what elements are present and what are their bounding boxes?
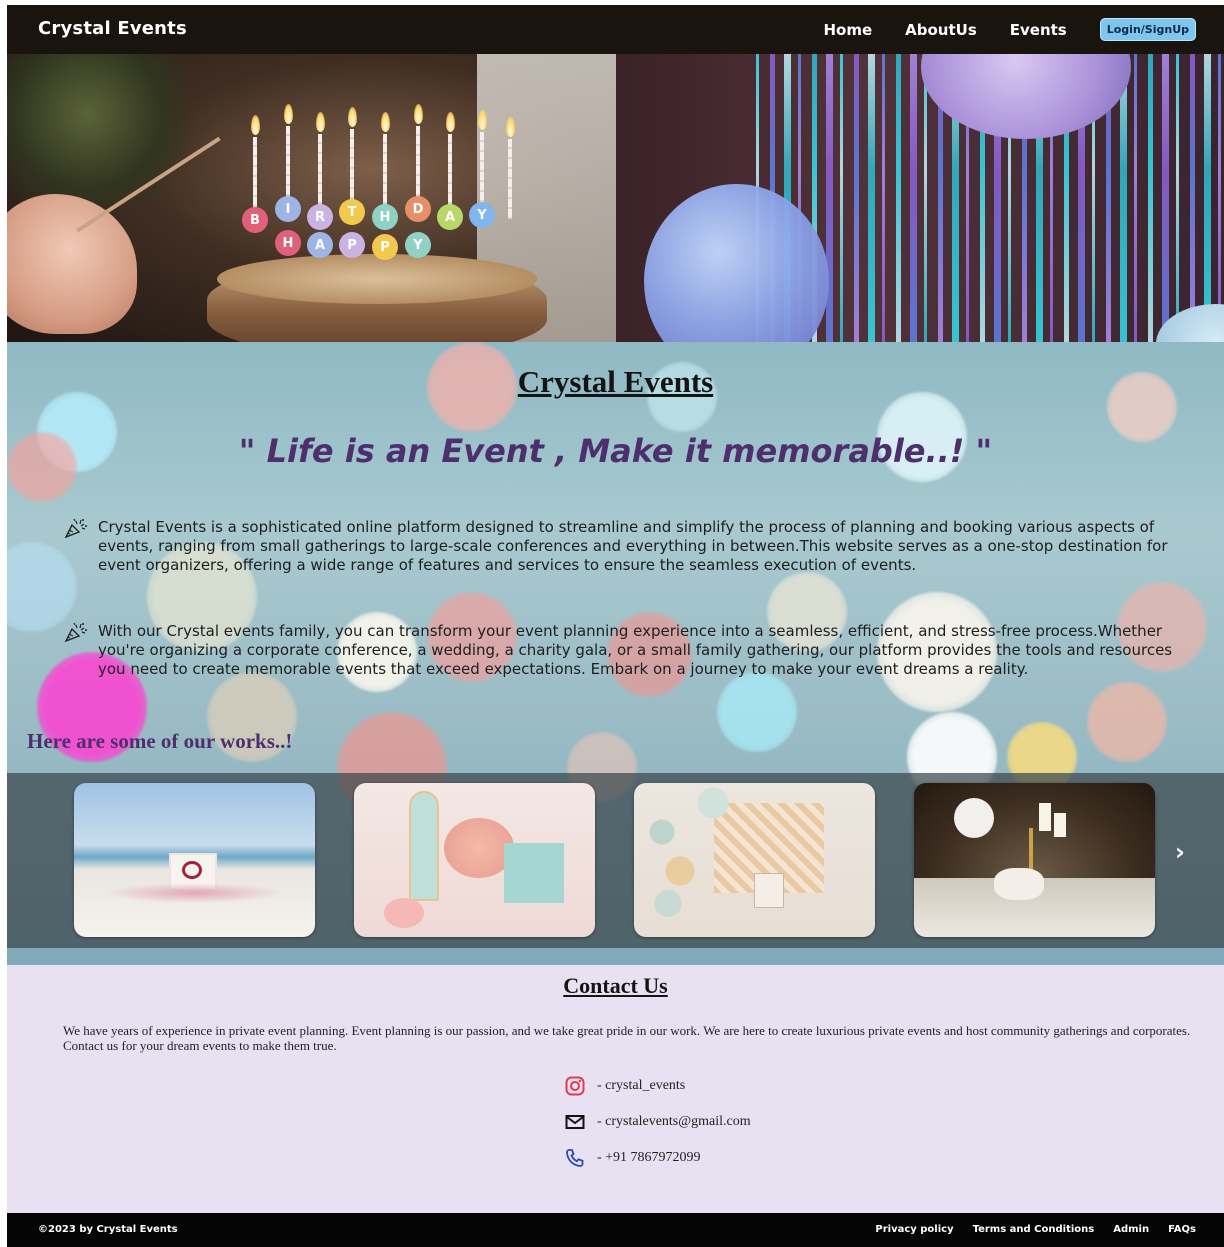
cake-letter: D — [405, 196, 431, 222]
cake-letter: B — [242, 207, 268, 233]
work-card-balloon-backdrop[interactable] — [634, 783, 875, 937]
cake-letter: P — [339, 232, 365, 258]
carousel-next-chevron-right-icon[interactable]: › — [1175, 838, 1185, 866]
cake-letter: I — [275, 196, 301, 222]
about-paragraph-2: With our Crystal events family, you can … — [98, 622, 1173, 678]
cake-letter: Y — [469, 202, 495, 228]
works-carousel: › — [7, 773, 1224, 948]
email-address[interactable]: - crystalevents@gmail.com — [597, 1114, 751, 1130]
instagram-icon — [564, 1075, 586, 1097]
cake-letter: P — [372, 234, 398, 260]
cake-letter: T — [339, 199, 365, 225]
login-signup-button[interactable]: Login/SignUp — [1099, 18, 1196, 41]
cake-letter: H — [275, 230, 301, 256]
cake-letter: Y — [405, 232, 431, 258]
copyright: ©2023 by Crystal Events — [38, 1224, 178, 1235]
contact-phone[interactable]: - +91 7867972099 — [564, 1147, 701, 1169]
contact-description: We have years of experience in private e… — [63, 1023, 1191, 1053]
nav-about-us[interactable]: AboutUs — [905, 21, 977, 39]
contact-instagram[interactable]: - crystal_events — [564, 1075, 685, 1097]
nav-events[interactable]: Events — [1010, 21, 1067, 39]
nav-home[interactable]: Home — [823, 21, 872, 39]
hero-banner: BIRTHDAYHAPPY — [7, 54, 1224, 342]
party-popper-icon — [64, 518, 88, 539]
instagram-handle[interactable]: - crystal_events — [597, 1078, 685, 1094]
work-card-baby-shower[interactable] — [354, 783, 595, 937]
hero-image-balloons — [616, 54, 1224, 342]
footer-faqs[interactable]: FAQs — [1168, 1224, 1196, 1235]
party-popper-icon — [64, 622, 88, 643]
navbar: Crystal Events Home AboutUs Events Login… — [7, 5, 1224, 54]
phone-number[interactable]: - +91 7867972099 — [597, 1150, 701, 1166]
contact-email[interactable]: - crystalevents@gmail.com — [564, 1111, 751, 1133]
phone-icon — [564, 1147, 586, 1169]
footer: ©2023 by Crystal Events Privacy policy T… — [7, 1213, 1224, 1247]
work-card-banquet-table[interactable] — [914, 783, 1155, 937]
footer-links: Privacy policy Terms and Conditions Admi… — [856, 1224, 1196, 1235]
cake-letter: R — [307, 204, 333, 230]
footer-admin[interactable]: Admin — [1113, 1224, 1149, 1235]
brand-logo[interactable]: Crystal Events — [38, 18, 187, 39]
contact-section: Contact Us We have years of experience i… — [7, 965, 1224, 1213]
tagline: " Life is an Event , Make it memorable..… — [238, 432, 993, 470]
nav-links: Home AboutUs Events Login/SignUp — [823, 5, 1196, 54]
about-paragraph-1: Crystal Events is a sophisticated online… — [98, 518, 1168, 574]
works-heading: Here are some of our works..! — [27, 729, 293, 753]
page: Crystal Events Home AboutUs Events Login… — [7, 5, 1224, 1247]
work-card-beach-wedding[interactable] — [74, 783, 315, 937]
mail-icon — [564, 1111, 586, 1133]
footer-terms-and-conditions[interactable]: Terms and Conditions — [973, 1224, 1095, 1235]
cake-letter: A — [437, 204, 463, 230]
cake-letter: H — [372, 204, 398, 230]
contact-title: Contact Us — [563, 973, 668, 998]
about-section: Crystal Events " Life is an Event , Make… — [7, 342, 1224, 965]
cake-letter: A — [307, 232, 333, 258]
about-title: Crystal Events — [517, 364, 714, 399]
hero-image-birthday-cake: BIRTHDAYHAPPY — [7, 54, 616, 342]
footer-privacy-policy[interactable]: Privacy policy — [875, 1224, 953, 1235]
